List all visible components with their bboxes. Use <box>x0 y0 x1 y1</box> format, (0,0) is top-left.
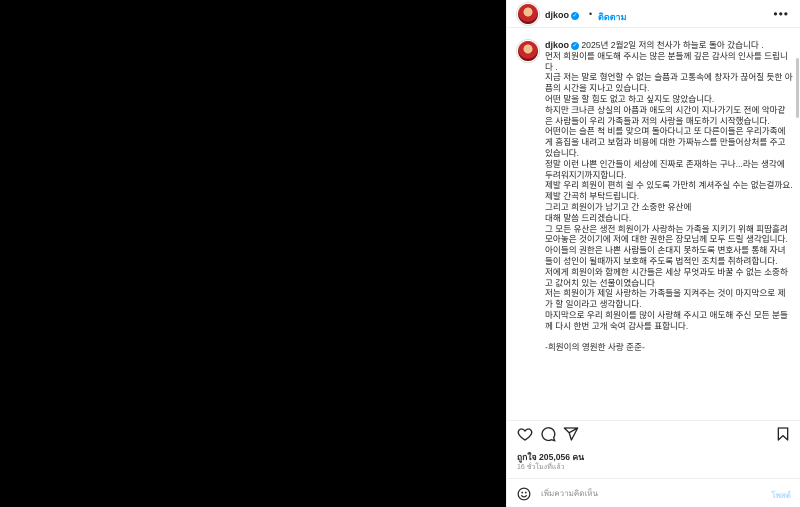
post-comment-button[interactable]: โพสต์ <box>771 489 791 502</box>
caption-line: 2025년 2월2일 저의 천사가 하늘로 돌아 갔습니다 . <box>581 40 764 50</box>
bookmark-icon[interactable] <box>775 426 791 442</box>
caption-scrollbar[interactable] <box>796 58 799 118</box>
caption-line: 제발 우리 희원이 편히 쉴 수 있도록 가만히 계셔주실 수는 없는걸까요. <box>545 180 793 191</box>
caption-line: 저는 희원이가 제일 사랑하는 가족들을 지켜주는 것이 마지막으로 제가 할 … <box>545 288 786 310</box>
caption-line: 지금 저는 말로 형언할 수 없는 슬픔과 고통속에 창자가 끊어질 듯한 아픔… <box>545 72 793 94</box>
caption-line: 정말 이런 나쁜 인간들이 세상에 진짜로 존재하는 구나...라는 생각에 두… <box>545 158 785 180</box>
emoji-icon[interactable] <box>517 487 531 501</box>
avatar[interactable] <box>517 3 539 25</box>
caption-line: 먼저 희원이를 애도해 주시는 많은 분들께 깊은 감사의 인사를 드립니다 . <box>545 50 788 72</box>
verified-badge-icon: ✓ <box>571 12 579 20</box>
caption-line: 마지막으로 우리 희원이를 많이 사랑해 주시고 애도해 주신 모든 분들께 다… <box>545 309 788 331</box>
comment-input[interactable] <box>541 486 751 501</box>
heart-icon[interactable] <box>517 426 533 442</box>
caption-line: 아이들의 권한은 나쁜 사람들이 손대지 못하도록 변호사를 통해 자녀들이 성… <box>545 245 786 266</box>
caption-line: 어떤 말을 할 힘도 없고 하고 싶지도 않았습니다. <box>545 93 715 104</box>
comment-icon[interactable] <box>540 426 556 442</box>
post-header: djkoo ✓ • ติดตาม ••• <box>507 0 800 28</box>
caption-line: 어떤이는 슬픈 척 비를 맞으며 돌아다니고 또 다른이들은 우리가족에게 흠집… <box>545 126 786 158</box>
post-side-panel: djkoo ✓ • ติดตาม ••• djkoo ✓ 2025년 2월2일 저의… <box>506 0 800 507</box>
caption-line: 대해 말씀 드리겠습니다. <box>545 212 632 223</box>
caption-username[interactable]: djkoo ✓ <box>545 40 579 50</box>
post-media-area <box>0 0 506 507</box>
comment-bar: โพสต์ <box>507 478 800 507</box>
caption-line: 제발 간곡히 부탁드립니다. <box>545 191 640 202</box>
verified-badge-icon: ✓ <box>571 42 579 50</box>
caption-line: 하지만 크나큰 상실의 아픔과 애도의 시간이 지나가기도 전에 악마같은 사람… <box>545 104 786 126</box>
more-horizontal-icon[interactable]: ••• <box>773 7 789 21</box>
post-timestamp[interactable]: 16 ชั่วโมงที่แล้ว <box>517 462 565 473</box>
username-link[interactable]: djkoo ✓ <box>545 10 579 20</box>
caption-signature: -희원이의 영원한 사랑 준준- <box>545 342 645 353</box>
follow-button[interactable]: ติดตาม <box>598 10 627 24</box>
action-bar <box>507 420 800 446</box>
separator-dot: • <box>589 9 593 19</box>
caption-avatar[interactable] <box>517 40 539 62</box>
caption-line: 그리고 희원이가 남기고 간 소중한 유산에 <box>545 201 692 212</box>
caption-line: 그 모든 유산은 생전 희원이가 사랑하는 가족을 지키기 위해 피땀흘려 모아… <box>545 223 788 245</box>
caption-line: 저에게 희원이와 함께한 시간들은 세상 무엇과도 바꿀 수 없는 소중하고 값… <box>545 266 788 288</box>
share-icon[interactable] <box>563 426 579 442</box>
caption-text: djkoo ✓ 2025년 2월2일 저의 천사가 하늘로 돌아 갔습니다 . 먼… <box>545 40 793 353</box>
caption-section: djkoo ✓ 2025년 2월2일 저의 천사가 하늘로 돌아 갔습니다 . 먼… <box>507 28 800 420</box>
